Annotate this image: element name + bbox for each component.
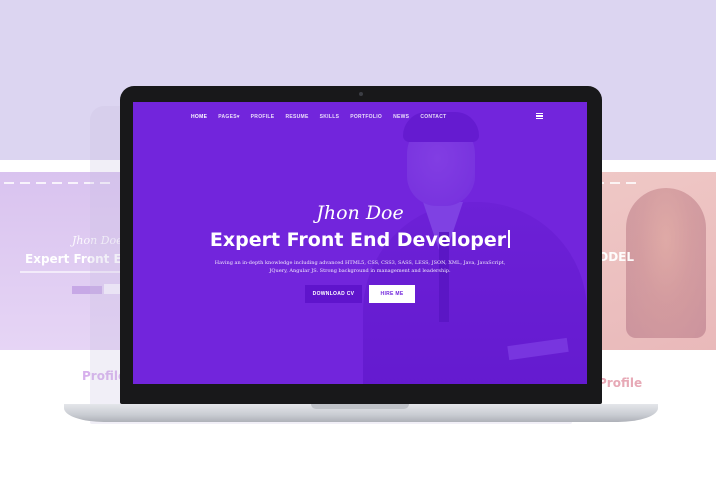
background-page-right: ODEL [590, 172, 716, 350]
ghost-right-profile-heading: Profile [598, 376, 643, 390]
chevron-down-icon: ▾ [236, 114, 240, 120]
nav-skills[interactable]: SKILLS [320, 114, 340, 120]
typing-cursor [508, 230, 511, 248]
laptop-base-notch [311, 404, 409, 409]
camera-icon [359, 92, 363, 96]
hire-me-button[interactable]: HIRE ME [369, 285, 415, 303]
hero-title: Expert Front End Developer [209, 229, 507, 251]
nav-contact[interactable]: CONTACT [420, 114, 446, 120]
nav-pages[interactable]: PAGES▾ [218, 114, 239, 120]
nav-home[interactable]: HOME [191, 114, 207, 120]
nav-profile[interactable]: PROFILE [251, 114, 275, 120]
download-cv-button[interactable]: DOWNLOAD CV [305, 285, 362, 303]
ghost-left-button [72, 286, 102, 294]
website-screen: HOME PAGES▾ PROFILE RESUME SKILLS PORTFO… [133, 102, 587, 384]
ghost-left-line [20, 271, 120, 273]
nav-portfolio[interactable]: PORTFOLIO [350, 114, 382, 120]
hero-description: Having an in-depth knowledge including a… [214, 260, 506, 274]
ghost-right-title: ODEL [598, 250, 635, 264]
nav-pages-label: PAGES [218, 114, 237, 120]
hamburger-menu-icon[interactable] [536, 113, 543, 119]
hero-title-row: Expert Front End Developer [133, 229, 587, 251]
main-nav: HOME PAGES▾ PROFILE RESUME SKILLS PORTFO… [191, 114, 446, 120]
nav-news[interactable]: NEWS [393, 114, 409, 120]
ghost-left-name: Jhon Doe [72, 234, 123, 247]
ghost-nav-right [590, 182, 716, 186]
ghost-right-portrait [626, 188, 706, 338]
nav-resume[interactable]: RESUME [285, 114, 308, 120]
hero-name: Jhon Doe [316, 202, 404, 224]
